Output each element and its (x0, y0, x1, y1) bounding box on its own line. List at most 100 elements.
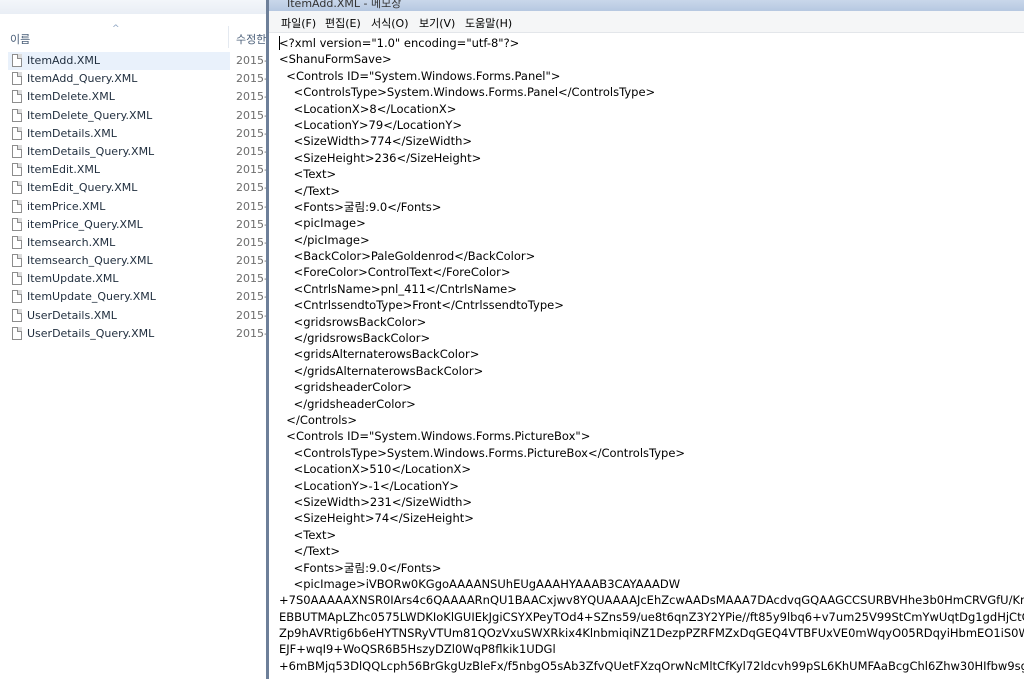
file-name-cell[interactable]: UserDetails.XML (8, 307, 230, 325)
document-icon (12, 199, 22, 213)
file-name: ItemEdit.XML (27, 163, 100, 177)
text-line: </gridsAlternaterowsBackColor> (279, 363, 484, 378)
file-row[interactable]: ItemEdit_Query.XML 2015- (0, 179, 270, 197)
text-caret (279, 36, 280, 50)
file-name-cell[interactable]: ItemUpdate.XML (8, 270, 230, 288)
file-name-cell[interactable]: Itemsearch_Query.XML (8, 252, 230, 270)
file-name: ItemUpdate_Query.XML (27, 290, 156, 304)
file-row[interactable]: ItemDelete.XML 2015- (0, 88, 270, 106)
menu-item-edit[interactable]: 편집(E) (325, 15, 361, 31)
file-name-cell[interactable]: itemPrice.XML (8, 198, 230, 216)
file-row[interactable]: ItemUpdate.XML 2015- (0, 270, 270, 288)
column-divider[interactable] (228, 26, 229, 48)
file-date-modified: 2015- (236, 272, 268, 286)
menu-item-format[interactable]: 서식(O) (371, 15, 408, 31)
file-row[interactable]: itemPrice_Query.XML 2015- (0, 216, 270, 234)
text-editor-area[interactable]: <?xml version="1.0" encoding="utf-8"?> <S… (279, 35, 1024, 675)
text-line: Zp9hAVRtig6b6eHYTNSRyVTUm81QOzVxuSWXRkix… (279, 626, 1024, 641)
file-row[interactable]: ItemAdd_Query.XML 2015- (0, 70, 270, 88)
text-line: <Text> (279, 167, 337, 182)
file-name: ItemAdd_Query.XML (27, 72, 138, 86)
text-line: <SizeHeight>236</SizeHeight> (279, 150, 482, 165)
column-header-name[interactable]: 이름 (10, 31, 30, 47)
file-date-modified: 2015- (236, 54, 268, 67)
file-date-modified: 2015- (236, 326, 268, 340)
text-line: </Text> (279, 183, 341, 198)
document-icon (12, 54, 22, 67)
menu-item-help[interactable]: 도움말(H) (465, 15, 512, 31)
notepad-window: ItemAdd.XML - 메모장 파일(F) 편집(E) 서식(O) 보기(V) 도움… (266, 0, 1024, 679)
document-icon (12, 272, 22, 286)
file-name-cell[interactable]: ItemDetails.XML (8, 125, 230, 143)
text-line: <ControlsType>System.Windows.Forms.Pictu… (279, 445, 686, 460)
file-date-modified: 2015- (236, 90, 268, 104)
file-name: itemPrice_Query.XML (27, 217, 143, 231)
window-title: ItemAdd.XML - 메모장 (287, 0, 402, 10)
column-header-row: ^ 이름 수정한 (0, 24, 270, 48)
text-line: </Text> (279, 544, 341, 559)
file-name-cell[interactable]: ItemDelete.XML (8, 88, 230, 106)
file-name: ItemDelete_Query.XML (27, 108, 153, 122)
file-row[interactable]: Itemsearch_Query.XML 2015- (0, 252, 270, 270)
file-row[interactable]: itemPrice.XML 2015- (0, 198, 270, 216)
file-row[interactable]: Itemsearch.XML 2015- (0, 234, 270, 252)
document-icon (12, 254, 22, 268)
text-line: <gridsAlternaterowsBackColor> (279, 347, 480, 362)
file-row[interactable]: ItemEdit.XML 2015- (0, 161, 270, 179)
file-row[interactable]: ItemAdd.XML 2015- (0, 52, 270, 70)
document-icon (12, 217, 22, 231)
file-name-cell[interactable]: ItemUpdate_Query.XML (8, 288, 230, 306)
text-line: <gridsrowsBackColor> (279, 314, 427, 329)
file-name-cell[interactable]: ItemEdit.XML (8, 161, 230, 179)
document-icon (12, 90, 22, 104)
text-line: <SizeWidth>774</SizeWidth> (279, 134, 473, 149)
file-name-cell[interactable]: ItemDelete_Query.XML (8, 107, 230, 125)
column-header-date-modified[interactable]: 수정한 (236, 31, 266, 47)
text-line: <?xml version="1.0" encoding="utf-8"?> (279, 36, 520, 50)
explorer-toolbar-strip (0, 0, 270, 14)
file-row[interactable]: ItemUpdate_Query.XML 2015- (0, 288, 270, 306)
text-line: <CntrlssendtoType>Front</CntrlssendtoTyp… (279, 298, 564, 313)
file-name-cell[interactable]: ItemAdd_Query.XML (8, 70, 230, 88)
file-row[interactable]: ItemDelete_Query.XML 2015- (0, 107, 270, 125)
file-name: ItemEdit_Query.XML (27, 181, 138, 195)
file-date-modified: 2015- (236, 163, 268, 177)
menu-item-view[interactable]: 보기(V) (419, 15, 455, 31)
text-line: <picImage>iVBORw0KGgoAAAANSUhEUgAAAHYAAA… (279, 576, 681, 591)
file-name-cell[interactable]: Itemsearch.XML (8, 234, 230, 252)
document-icon (12, 126, 22, 140)
text-line: <BackColor>PaleGoldenrod</BackColor> (279, 249, 536, 264)
text-line: <ControlsType>System.Windows.Forms.Panel… (279, 85, 656, 100)
file-explorer-pane: ^ 이름 수정한 ItemAdd.XML 2015- ItemAdd_Query.X… (0, 0, 270, 679)
document-icon (12, 181, 22, 195)
file-date-modified: 2015- (236, 199, 268, 213)
file-name-cell[interactable]: ItemDetails_Query.XML (8, 143, 230, 161)
file-name-cell[interactable]: UserDetails_Query.XML (8, 325, 230, 343)
text-line: </gridsheaderColor> (279, 396, 416, 411)
text-line: +6mBMjq53DlQQLcph56BrGkgUzBleFx/f5nbgO5s… (279, 658, 1024, 673)
menu-item-file[interactable]: 파일(F) (281, 15, 316, 31)
file-name-cell[interactable]: ItemEdit_Query.XML (8, 179, 230, 197)
text-line: <Text> (279, 527, 337, 542)
text-line: <ForeColor>ControlText</ForeColor> (279, 265, 511, 280)
text-line: <LocationX>8</LocationX> (279, 101, 457, 116)
text-line: <LocationY>-1</LocationY> (279, 478, 459, 493)
text-line: EJF+wqI9+WoQSR6B5HszyDZl0WqP8flkik1UDGl (279, 642, 556, 657)
text-line: <ShanuFormSave> (279, 52, 392, 67)
document-icon (12, 308, 22, 322)
text-line: </picImage> (279, 232, 370, 247)
file-row[interactable]: UserDetails_Query.XML 2015- (0, 325, 270, 343)
window-title-bar[interactable]: ItemAdd.XML - 메모장 (269, 0, 1024, 11)
file-row[interactable]: ItemDetails_Query.XML 2015- (0, 143, 270, 161)
text-line: <CntrlsName>pnl_411</CntrlsName> (279, 281, 517, 296)
sort-ascending-icon: ^ (112, 24, 120, 34)
file-name: ItemDetails_Query.XML (27, 144, 155, 158)
document-icon (12, 326, 22, 340)
file-name: UserDetails_Query.XML (27, 326, 155, 340)
file-row[interactable]: UserDetails.XML 2015- (0, 307, 270, 325)
file-row[interactable]: ItemDetails.XML 2015- (0, 125, 270, 143)
text-line: <Controls ID="System.Windows.Forms.Panel… (279, 68, 561, 83)
file-name: ItemAdd.XML (27, 54, 100, 67)
file-name-cell[interactable]: ItemAdd.XML (8, 52, 230, 70)
file-name-cell[interactable]: itemPrice_Query.XML (8, 216, 230, 234)
